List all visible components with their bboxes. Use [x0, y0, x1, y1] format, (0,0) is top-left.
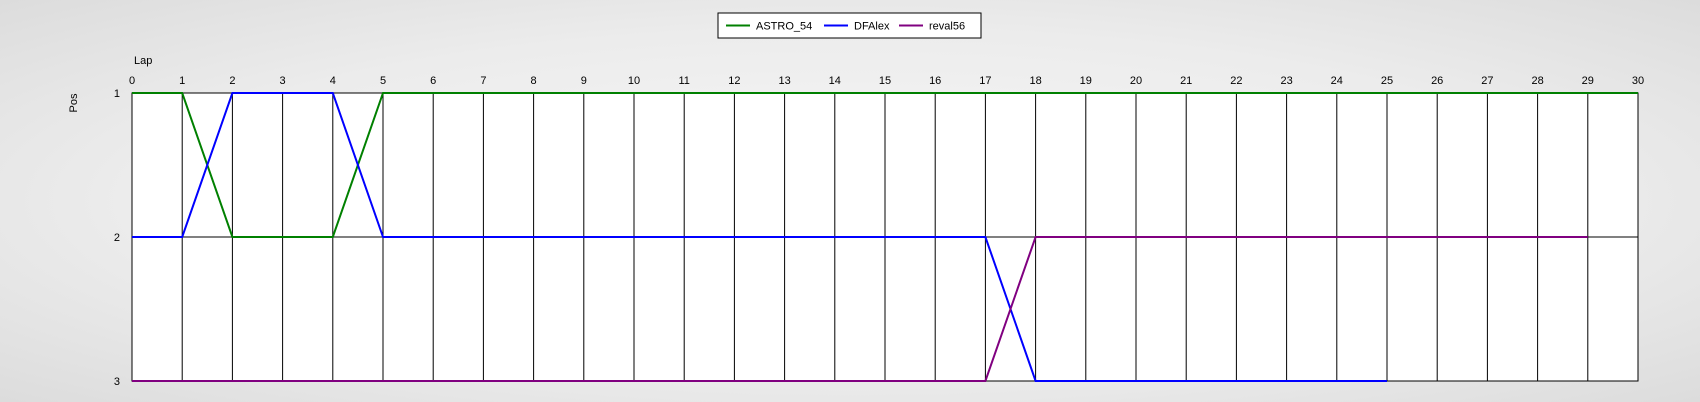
x-tick-label: 25 [1381, 75, 1393, 87]
x-tick-label: 0 [129, 75, 135, 87]
x-tick-label: 13 [778, 75, 790, 87]
legend-label: reval56 [929, 21, 965, 33]
legend-label: DFAlex [854, 21, 890, 33]
x-tick-label: 28 [1531, 75, 1543, 87]
x-tick-label: 3 [280, 75, 286, 87]
x-tick-label: 20 [1130, 75, 1142, 87]
x-tick-label: 7 [480, 75, 486, 87]
y-tick-label: 2 [114, 232, 120, 244]
x-tick-label: 26 [1431, 75, 1443, 87]
x-tick-label: 18 [1029, 75, 1041, 87]
x-tick-label: 23 [1280, 75, 1292, 87]
x-tick-label: 14 [829, 75, 841, 87]
x-tick-label: 6 [430, 75, 436, 87]
x-tick-label: 2 [229, 75, 235, 87]
x-tick-label: 8 [531, 75, 537, 87]
legend: ASTRO_54 DFAlex reval56 [717, 12, 982, 39]
x-axis-label: Lap [134, 55, 152, 67]
y-tick-label: 1 [114, 88, 120, 100]
y-tick-label: 3 [114, 376, 120, 388]
x-tick-label: 10 [628, 75, 640, 87]
x-tick-label: 19 [1080, 75, 1092, 87]
legend-label: ASTRO_54 [756, 21, 812, 33]
x-tick-label: 29 [1582, 75, 1594, 87]
x-tick-label: 27 [1481, 75, 1493, 87]
x-tick-label: 30 [1632, 75, 1644, 87]
x-tick-label: 15 [879, 75, 891, 87]
x-tick-label: 22 [1230, 75, 1242, 87]
x-tick-label: 16 [929, 75, 941, 87]
x-tick-label: 11 [678, 75, 689, 87]
x-tick-label: 4 [330, 75, 336, 87]
x-tick-label: 5 [380, 75, 386, 87]
x-tick-label: 21 [1180, 75, 1192, 87]
x-tick-label: 9 [581, 75, 587, 87]
x-tick-label: 24 [1331, 75, 1343, 87]
chart-svg: ASTRO_54 DFAlex reval56 0 1 2 3 4 5 6 7 8 9 10 11 12 13… [68, 12, 1644, 388]
x-tick-label: 1 [179, 75, 185, 87]
lap-position-chart: ASTRO_54 DFAlex reval56 0 1 2 3 4 5 6 7 8 9 10 11 12 13… [0, 0, 1700, 402]
x-tick-label: 12 [728, 75, 740, 87]
y-axis-label: Pos [68, 93, 80, 112]
x-tick-label: 17 [979, 75, 991, 87]
